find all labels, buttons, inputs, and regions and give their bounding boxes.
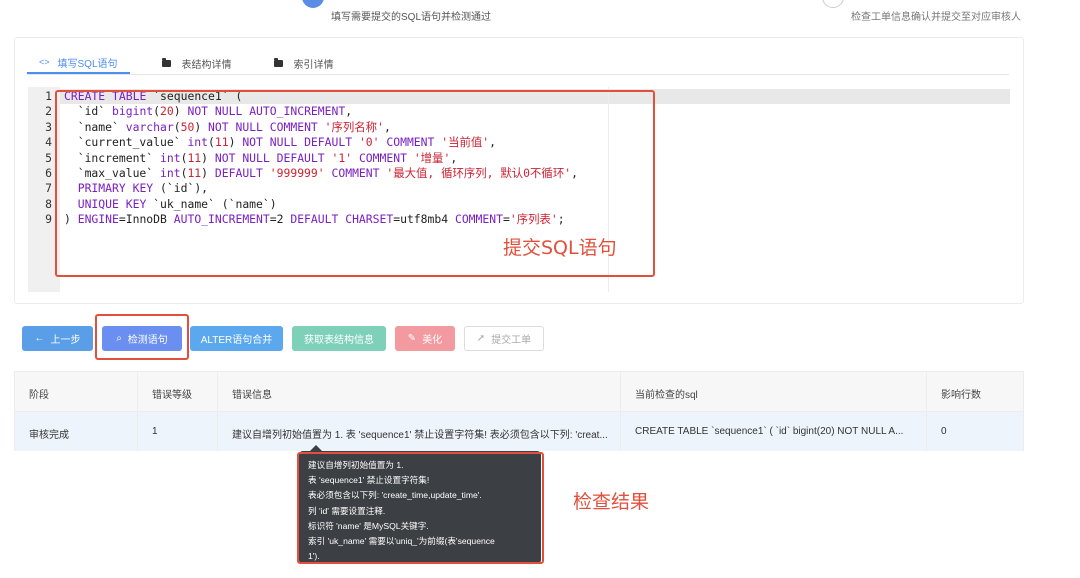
header-error-level: 错误等级 xyxy=(152,390,192,401)
alter-merge-label: ALTER语句合并 xyxy=(200,335,273,346)
folder-icon xyxy=(273,57,283,67)
check-result-annotation: 检查结果 xyxy=(573,491,650,513)
line-number: 7 xyxy=(45,181,52,196)
cell-stage: 审核完成 xyxy=(29,430,69,441)
get-schema-label: 获取表结构信息 xyxy=(304,335,374,346)
get-schema-button[interactable]: 获取表结构信息 xyxy=(292,326,386,351)
header-stage: 阶段 xyxy=(29,390,49,401)
submit-ticket-label: 提交工单 xyxy=(491,335,532,346)
header-current-sql: 当前检查的sql xyxy=(635,390,698,401)
line-number: 3 xyxy=(45,119,52,134)
step-1-indicator xyxy=(302,0,324,8)
beautify-button[interactable]: ✎ 美化 xyxy=(395,326,455,351)
column-divider xyxy=(137,372,138,450)
line-number: 5 xyxy=(45,150,52,165)
tab-divider xyxy=(27,74,1009,75)
editor-tabs: <> 填写SQL语句 表结构详情 索引详情 xyxy=(27,52,376,76)
step-2-description: 检查工单信息确认并提交至对应审核人 xyxy=(851,12,1021,23)
step-1-description: 填写需要提交的SQL语句并检测通过 xyxy=(331,12,492,23)
code-icon: <> xyxy=(39,57,50,67)
line-number: 9 xyxy=(45,212,52,227)
table-row[interactable]: 审核完成 1 建议自增列初始值置为 1. 表 'sequence1' 禁止设置字… xyxy=(15,412,1023,451)
column-divider xyxy=(217,372,218,450)
submit-sql-annotation: 提交SQL语句 xyxy=(503,237,617,259)
beautify-label: 美化 xyxy=(422,335,443,346)
submit-ticket-button[interactable]: ➚ 提交工单 xyxy=(464,326,544,351)
cell-affected-rows: 0 xyxy=(941,426,947,437)
pencil-icon: ✎ xyxy=(407,333,417,344)
tab-table-structure[interactable]: 表结构详情 xyxy=(161,52,232,74)
prev-step-label: 上一步 xyxy=(50,335,81,346)
line-number: 4 xyxy=(45,135,52,150)
line-number: 1 xyxy=(45,89,52,103)
table-header: 阶段 错误等级 错误信息 当前检查的sql 影响行数 xyxy=(15,372,1023,412)
cell-error-level: 1 xyxy=(152,426,158,437)
arrow-left-icon: ← xyxy=(34,333,45,344)
tab-label: 表结构详情 xyxy=(181,59,232,71)
check-button-highlight-box xyxy=(95,314,189,360)
check-result-table: 阶段 错误等级 错误信息 当前检查的sql 影响行数 审核完成 1 建议自增列初… xyxy=(14,371,1024,451)
tab-index-details[interactable]: 索引详情 xyxy=(273,52,334,74)
header-error-message: 错误信息 xyxy=(232,390,272,401)
tab-label: 填写SQL语句 xyxy=(57,58,118,70)
header-affected-rows: 影响行数 xyxy=(941,390,981,401)
tab-label: 索引详情 xyxy=(293,59,334,71)
line-number: 2 xyxy=(45,104,52,119)
step-2-indicator xyxy=(822,0,844,8)
alter-merge-button[interactable]: ALTER语句合并 xyxy=(190,326,283,351)
column-divider xyxy=(926,372,927,450)
tab-fill-sql[interactable]: <> 填写SQL语句 xyxy=(27,52,130,74)
line-number: 8 xyxy=(45,196,52,211)
cell-error-message[interactable]: 建议自增列初始值置为 1. 表 'sequence1' 禁止设置字符集! 表必须… xyxy=(232,426,622,441)
cell-current-sql[interactable]: CREATE TABLE `sequence1` ( `id` bigint(2… xyxy=(635,426,925,437)
folder-icon xyxy=(161,57,171,67)
send-icon: ➚ xyxy=(476,333,486,344)
column-divider xyxy=(620,372,621,450)
prev-step-button[interactable]: ← 上一步 xyxy=(22,326,93,351)
check-result-highlight-box xyxy=(297,452,544,564)
line-number: 6 xyxy=(45,166,52,180)
